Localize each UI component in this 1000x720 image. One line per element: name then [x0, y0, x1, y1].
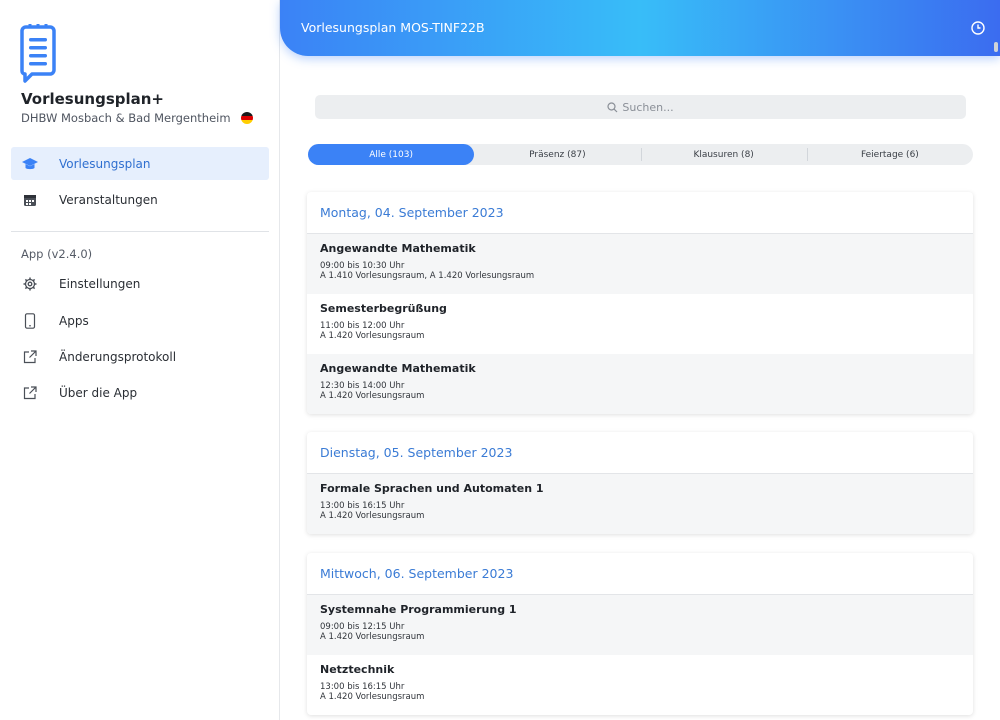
event-title: Netztechnik: [320, 663, 395, 676]
event-title: Semesterbegrüßung: [320, 302, 447, 315]
external-link-icon: [21, 384, 39, 402]
segment-divider: [640, 148, 642, 161]
smartphone-icon: [21, 312, 39, 330]
event-room: A 1.420 Vorlesungsraum: [320, 511, 425, 521]
german-flag-icon[interactable]: [240, 112, 253, 124]
event-title: Systemnahe Programmierung 1: [320, 603, 517, 616]
filter-praesenz[interactable]: Präsenz (87): [474, 144, 640, 165]
event-title: Formale Sprachen und Automaten 1: [320, 482, 544, 495]
day-card: Montag, 04. September 2023 Angewandte Ma…: [307, 192, 973, 414]
page-title: Vorlesungsplan MOS-TINF22B: [301, 20, 485, 35]
sidebar-divider: [11, 231, 269, 232]
event-time: 09:00 bis 10:30 Uhr: [320, 261, 405, 271]
event-time: 09:00 bis 12:15 Uhr: [320, 622, 405, 632]
event-item[interactable]: Netztechnik 13:00 bis 16:15 Uhr A 1.420 …: [307, 655, 973, 715]
external-link-icon: [21, 348, 39, 366]
sidebar-item-label: Änderungsprotokoll: [59, 349, 177, 364]
day-date: Mittwoch, 06. September 2023: [307, 553, 973, 595]
event-item[interactable]: Semesterbegrüßung 11:00 bis 12:00 Uhr A …: [307, 294, 973, 354]
day-date: Montag, 04. September 2023: [307, 192, 973, 234]
app-version-label: App (v2.4.0): [21, 247, 93, 261]
filter-label: Feiertage (6): [860, 149, 919, 160]
sidebar-item-veranstaltungen[interactable]: Veranstaltungen: [11, 183, 269, 216]
sidebar-item-apps[interactable]: Apps: [11, 304, 269, 337]
event-room: A 1.410 Vorlesungsraum, A 1.420 Vorlesun…: [320, 271, 535, 281]
event-time: 11:00 bis 12:00 Uhr: [320, 321, 405, 331]
event-item[interactable]: Angewandte Mathematik 09:00 bis 10:30 Uh…: [307, 234, 973, 294]
day-card: Dienstag, 05. September 2023 Formale Spr…: [307, 432, 973, 534]
filter-feiertage[interactable]: Feiertage (6): [806, 144, 973, 165]
search-field[interactable]: Suchen...: [315, 95, 966, 119]
event-item[interactable]: Angewandte Mathematik 12:30 bis 14:00 Uh…: [307, 354, 973, 414]
filter-klausuren[interactable]: Klausuren (8): [640, 144, 807, 165]
app-title: Vorlesungsplan+: [21, 90, 165, 108]
scrollbar[interactable]: [994, 42, 998, 52]
calendar-icon: [21, 191, 39, 209]
event-item[interactable]: Formale Sprachen und Automaten 1 13:00 b…: [307, 474, 973, 534]
sidebar: Vorlesungsplan+ DHBW Mosbach & Bad Merge…: [0, 0, 280, 720]
search-icon: [607, 101, 618, 112]
clock-icon[interactable]: [970, 20, 986, 36]
search-placeholder: Suchen...: [622, 100, 674, 114]
sidebar-item-label: Apps: [59, 313, 89, 328]
sidebar-item-label: Über die App: [59, 385, 138, 400]
sidebar-item-label: Einstellungen: [59, 276, 141, 291]
event-time: 12:30 bis 14:00 Uhr: [320, 381, 405, 391]
event-room: A 1.420 Vorlesungsraum: [320, 331, 425, 341]
sidebar-item-einstellungen[interactable]: Einstellungen: [11, 267, 269, 300]
sidebar-item-ueber-die-app[interactable]: Über die App: [11, 376, 269, 409]
event-title: Angewandte Mathematik: [320, 362, 476, 375]
event-title: Angewandte Mathematik: [320, 242, 476, 255]
top-app-bar: Vorlesungsplan MOS-TINF22B: [280, 0, 1000, 56]
filter-segmented-control: Alle (103) Präsenz (87) Klausuren (8) Fe…: [308, 144, 973, 165]
app-subtitle: DHBW Mosbach & Bad Mergentheim: [21, 111, 253, 125]
sidebar-item-label: Vorlesungsplan: [59, 156, 151, 171]
sidebar-item-vorlesungsplan[interactable]: Vorlesungsplan: [11, 147, 269, 180]
gear-icon: [21, 275, 39, 293]
sidebar-item-aenderungsprotokoll[interactable]: Änderungsprotokoll: [11, 340, 269, 373]
graduation-cap-icon: [21, 155, 39, 173]
event-time: 13:00 bis 16:15 Uhr: [320, 501, 405, 511]
filter-label: Klausuren (8): [693, 149, 754, 160]
event-room: A 1.420 Vorlesungsraum: [320, 692, 425, 702]
event-room: A 1.420 Vorlesungsraum: [320, 391, 425, 401]
event-room: A 1.420 Vorlesungsraum: [320, 632, 425, 642]
sidebar-item-label: Veranstaltungen: [59, 192, 158, 207]
event-item[interactable]: Systemnahe Programmierung 1 09:00 bis 12…: [307, 595, 973, 655]
day-card: Mittwoch, 06. September 2023 Systemnahe …: [307, 553, 973, 715]
segment-divider: [806, 148, 808, 161]
app-logo-icon: [20, 24, 56, 83]
filter-alle[interactable]: Alle (103): [308, 144, 475, 165]
event-time: 13:00 bis 16:15 Uhr: [320, 682, 405, 692]
institution-label: DHBW Mosbach & Bad Mergentheim: [21, 111, 231, 125]
day-date: Dienstag, 05. September 2023: [307, 432, 973, 474]
